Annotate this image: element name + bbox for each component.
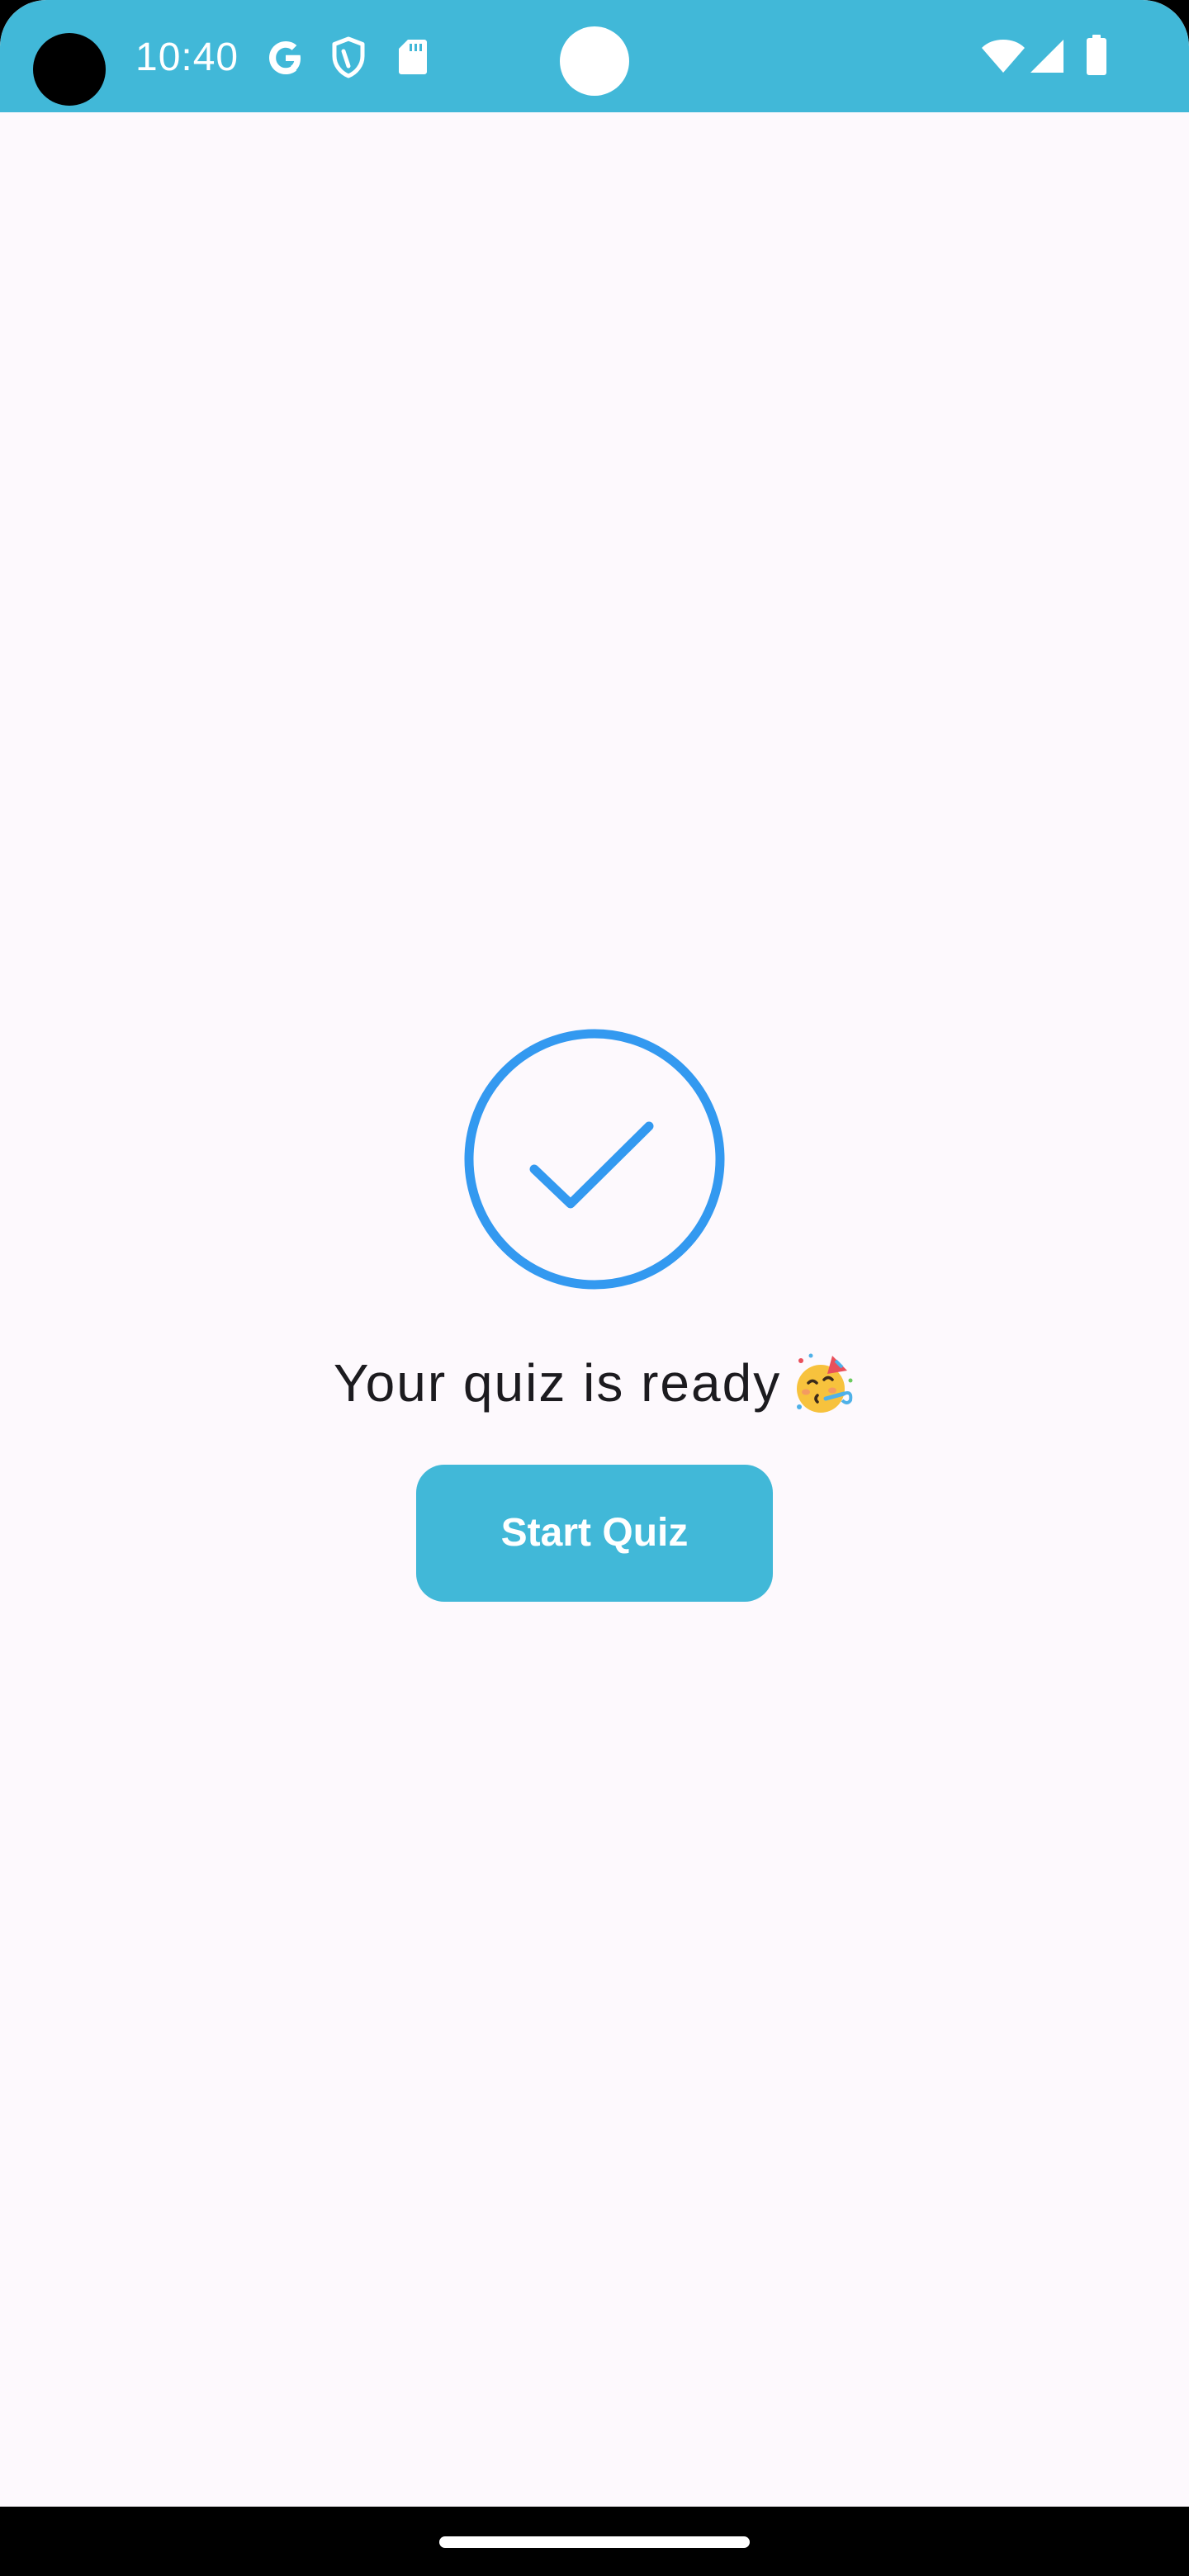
quiz-ready-text: Your quiz is ready [333,1353,782,1413]
google-icon [266,38,306,82]
start-quiz-button[interactable]: Start Quiz [416,1465,773,1602]
cell-signal-icon [1029,38,1065,78]
check-circle-icon [462,1027,727,1291]
shield-icon [330,36,367,83]
screen: 10:40 Your quiz is ready Start Quiz [0,0,1189,2576]
wifi-icon [981,38,1026,78]
front-camera-dot [560,26,629,96]
status-bar: 10:40 [0,0,1189,112]
camera-cutout [33,33,106,106]
quiz-ready-message: Your quiz is ready [0,1346,1189,1420]
navigation-bar [0,2507,1189,2576]
status-time: 10:40 [135,36,239,79]
battery-icon [1085,35,1108,80]
home-handle[interactable] [439,2536,750,2548]
sd-card-icon [398,38,428,80]
party-face-emoji [793,1352,855,1415]
